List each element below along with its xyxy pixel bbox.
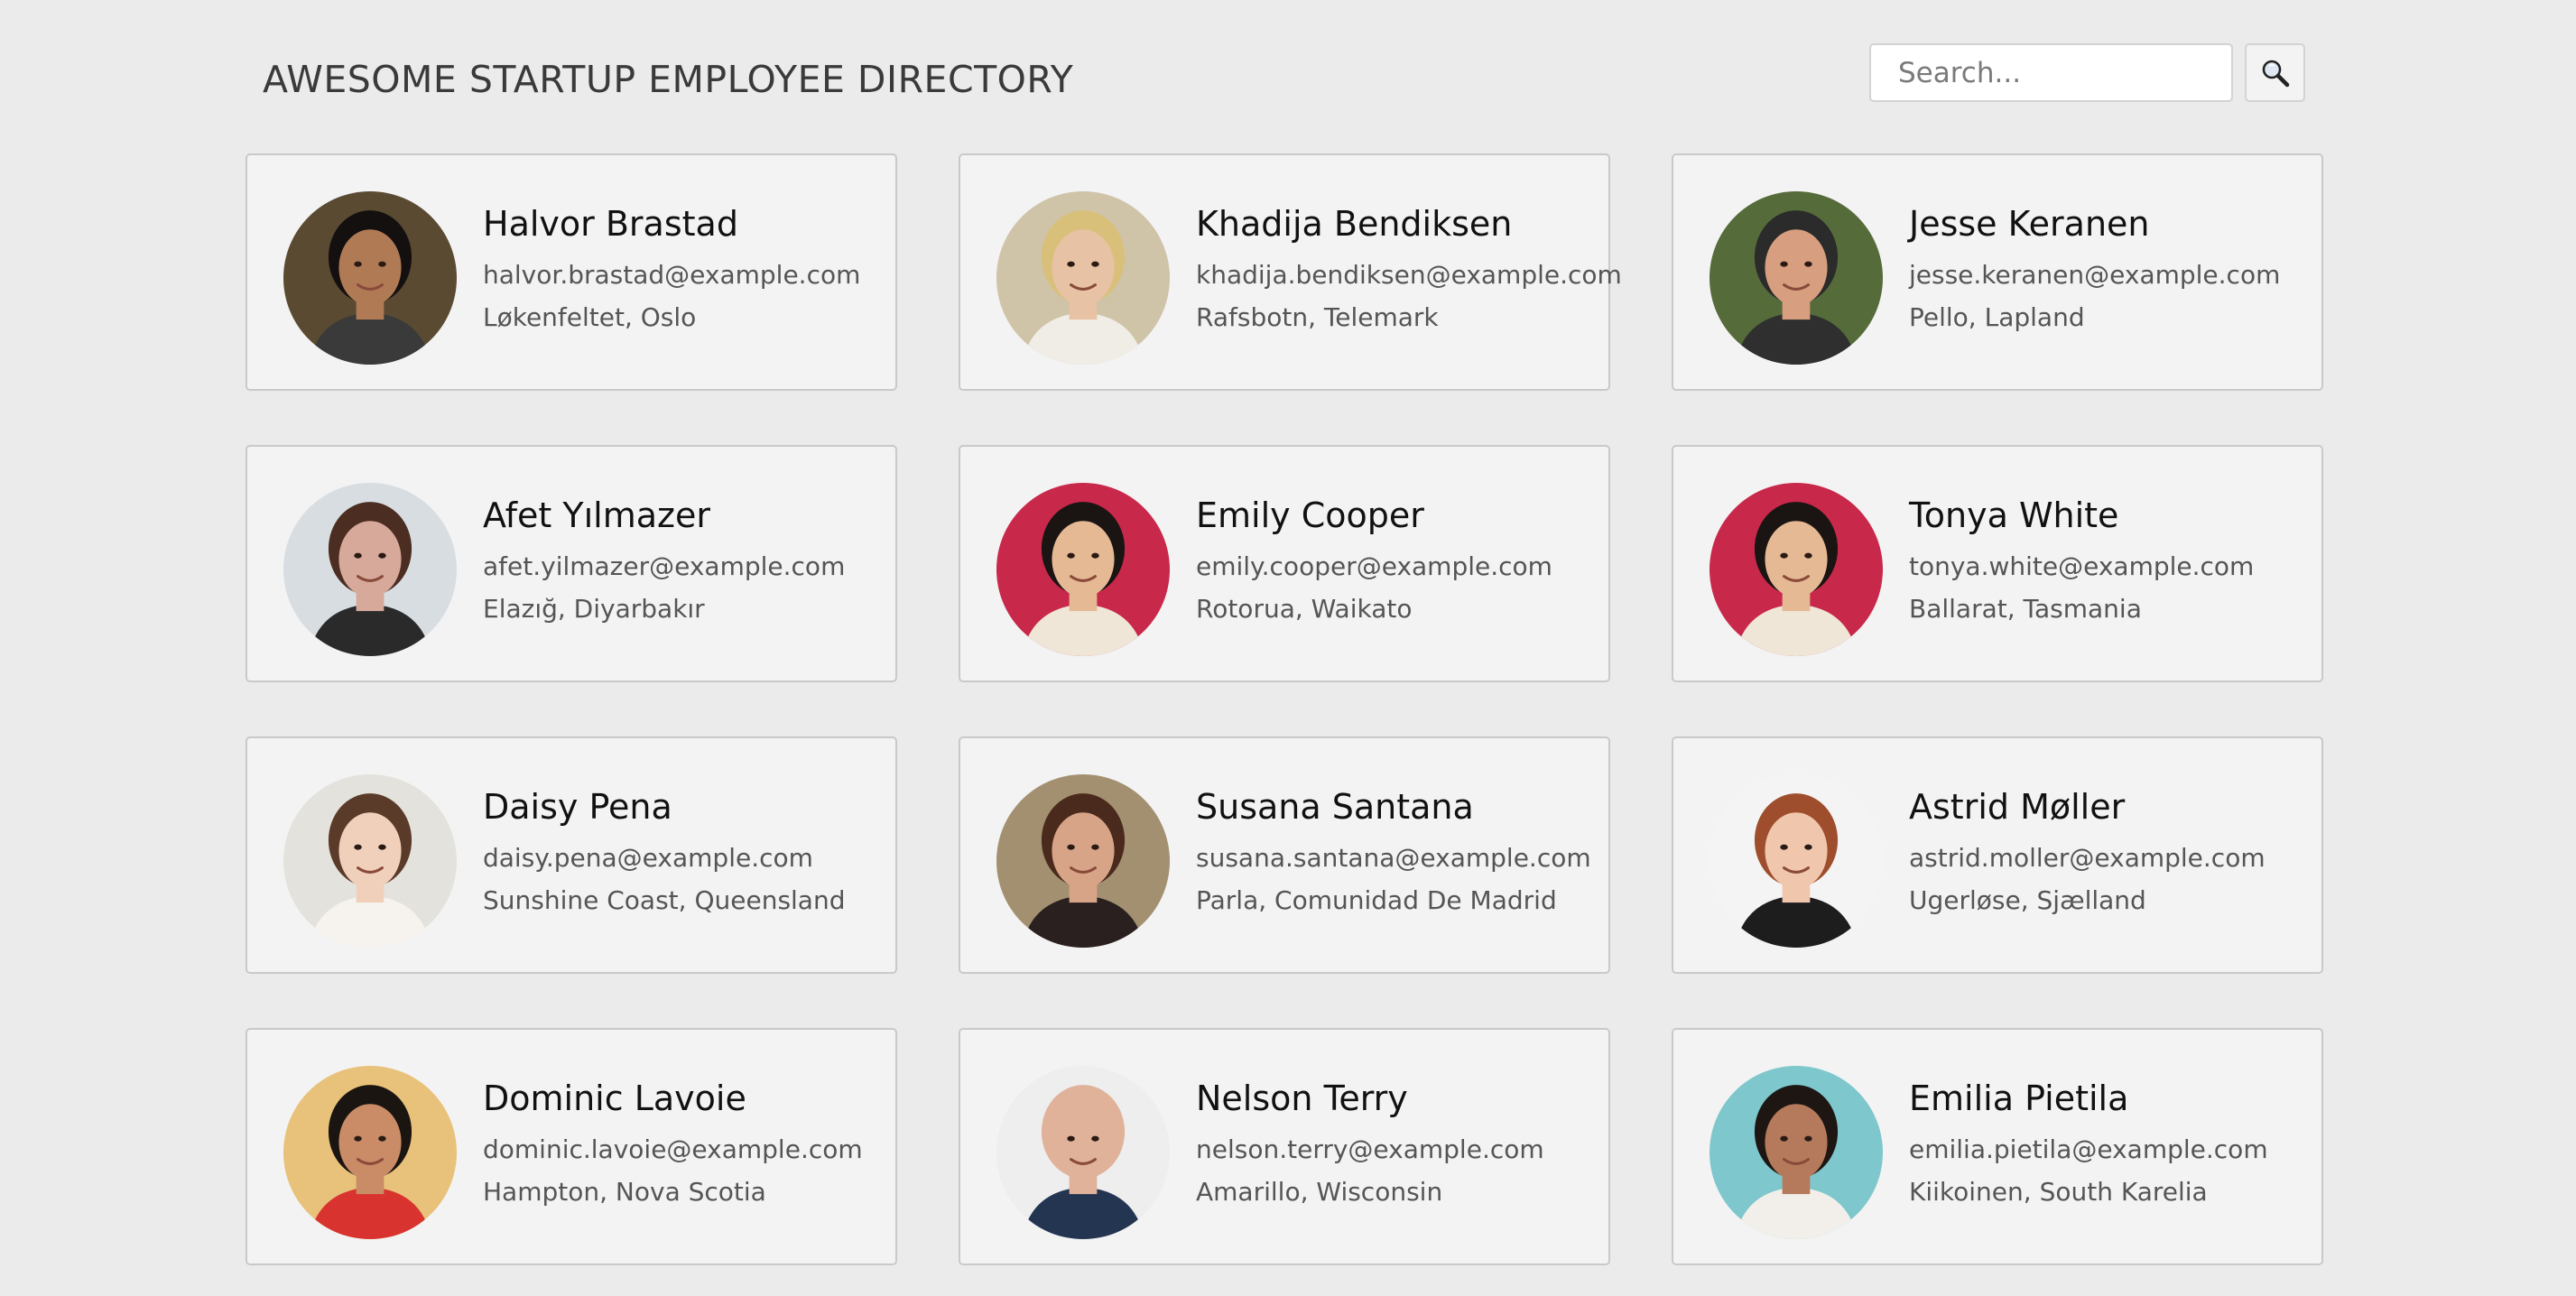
employee-card[interactable]: Tonya White tonya.white@example.com Ballar… <box>1672 445 2323 682</box>
employee-card[interactable]: Dominic Lavoie dominic.lavoie@example.com… <box>246 1028 897 1265</box>
employee-email: daisy.pena@example.com <box>483 843 813 873</box>
employee-info: Afet Yılmazer afet.yilmazer@example.com El… <box>483 495 845 624</box>
employee-info: Astrid Møller astrid.moller@example.com Ug… <box>1909 787 2266 915</box>
avatar-portrait <box>996 1066 1170 1239</box>
employee-location: Hampton, Nova Scotia <box>483 1177 766 1207</box>
avatar-portrait <box>1710 774 1883 948</box>
avatar-portrait <box>283 1066 457 1239</box>
avatar-portrait <box>1710 483 1883 656</box>
employee-card[interactable]: Afet Yılmazer afet.yilmazer@example.com El… <box>246 445 897 682</box>
employee-location: Amarillo, Wisconsin <box>1196 1177 1443 1207</box>
employee-card[interactable]: Nelson Terry nelson.terry@example.com Amar… <box>959 1028 1610 1265</box>
avatar <box>1710 483 1883 656</box>
employee-email: afet.yilmazer@example.com <box>483 551 846 581</box>
employee-email: nelson.terry@example.com <box>1196 1134 1544 1164</box>
avatar <box>996 191 1170 365</box>
employee-location: Rafsbotn, Telemark <box>1196 302 1439 332</box>
employee-info: Daisy Pena daisy.pena@example.com Sunshine… <box>483 787 846 915</box>
employee-location: Ugerløse, Sjælland <box>1909 885 2146 915</box>
employee-location: Kiikoinen, South Karelia <box>1909 1177 2208 1207</box>
directory-page: AWESOME STARTUP EMPLOYEE DIRECTORY Halvo… <box>0 0 2576 1296</box>
search-icon <box>2262 60 2289 87</box>
avatar <box>996 483 1170 656</box>
employee-email: emilia.pietila@example.com <box>1909 1134 2268 1164</box>
avatar <box>283 1066 457 1239</box>
employee-card[interactable]: Susana Santana susana.santana@example.com… <box>959 736 1610 974</box>
avatar <box>996 774 1170 948</box>
employee-grid: Halvor Brastad halvor.brastad@example.com… <box>246 153 2323 1265</box>
avatar-portrait <box>1710 191 1883 365</box>
employee-info: Susana Santana susana.santana@example.com… <box>1196 787 1591 915</box>
employee-name: Khadija Bendiksen <box>1196 204 1513 244</box>
employee-card[interactable]: Jesse Keranen jesse.keranen@example.com Pe… <box>1672 153 2323 391</box>
employee-info: Dominic Lavoie dominic.lavoie@example.com… <box>483 1078 863 1207</box>
page-title: AWESOME STARTUP EMPLOYEE DIRECTORY <box>263 58 1074 101</box>
employee-location: Rotorua, Waikato <box>1196 594 1413 624</box>
avatar <box>1710 1066 1883 1239</box>
employee-name: Afet Yılmazer <box>483 495 710 535</box>
employee-name: Emilia Pietila <box>1909 1078 2129 1118</box>
employee-email: susana.santana@example.com <box>1196 843 1591 873</box>
avatar <box>1710 774 1883 948</box>
employee-card[interactable]: Emilia Pietila emilia.pietila@example.com… <box>1672 1028 2323 1265</box>
employee-info: Emily Cooper emily.cooper@example.com Roto… <box>1196 495 1552 624</box>
employee-name: Astrid Møller <box>1909 787 2126 827</box>
employee-info: Khadija Bendiksen khadija.bendiksen@examp… <box>1196 204 1622 332</box>
employee-name: Emily Cooper <box>1196 495 1424 535</box>
avatar-portrait <box>996 774 1170 948</box>
employee-info: Nelson Terry nelson.terry@example.com Amar… <box>1196 1078 1544 1207</box>
avatar <box>283 191 457 365</box>
employee-location: Elazığ, Diyarbakır <box>483 594 705 624</box>
employee-name: Susana Santana <box>1196 787 1474 827</box>
employee-location: Parla, Comunidad De Madrid <box>1196 885 1557 915</box>
avatar <box>996 1066 1170 1239</box>
avatar <box>283 483 457 656</box>
employee-location: Løkenfeltet, Oslo <box>483 302 697 332</box>
employee-info: Tonya White tonya.white@example.com Ballar… <box>1909 495 2254 624</box>
employee-name: Daisy Pena <box>483 787 672 827</box>
search-input[interactable] <box>1869 43 2233 102</box>
employee-card[interactable]: Daisy Pena daisy.pena@example.com Sunshine… <box>246 736 897 974</box>
avatar-portrait <box>283 191 457 365</box>
employee-info: Halvor Brastad halvor.brastad@example.com… <box>483 204 860 332</box>
avatar-portrait <box>283 774 457 948</box>
employee-card[interactable]: Astrid Møller astrid.moller@example.com Ug… <box>1672 736 2323 974</box>
employee-name: Tonya White <box>1909 495 2119 535</box>
employee-email: astrid.moller@example.com <box>1909 843 2266 873</box>
employee-name: Jesse Keranen <box>1909 204 2150 244</box>
avatar-portrait <box>996 191 1170 365</box>
employee-name: Halvor Brastad <box>483 204 738 244</box>
employee-email: dominic.lavoie@example.com <box>483 1134 863 1164</box>
avatar-portrait <box>996 483 1170 656</box>
employee-location: Ballarat, Tasmania <box>1909 594 2142 624</box>
employee-location: Sunshine Coast, Queensland <box>483 885 846 915</box>
employee-location: Pello, Lapland <box>1909 302 2085 332</box>
employee-email: jesse.keranen@example.com <box>1909 260 2281 290</box>
employee-name: Dominic Lavoie <box>483 1078 746 1118</box>
employee-email: tonya.white@example.com <box>1909 551 2255 581</box>
avatar <box>1710 191 1883 365</box>
employee-card[interactable]: Emily Cooper emily.cooper@example.com Roto… <box>959 445 1610 682</box>
employee-card[interactable]: Khadija Bendiksen khadija.bendiksen@examp… <box>959 153 1622 391</box>
avatar <box>283 774 457 948</box>
avatar-portrait <box>283 483 457 656</box>
employee-info: Emilia Pietila emilia.pietila@example.com… <box>1909 1078 2268 1207</box>
employee-name: Nelson Terry <box>1196 1078 1408 1118</box>
employee-info: Jesse Keranen jesse.keranen@example.com Pe… <box>1909 204 2280 332</box>
employee-email: halvor.brastad@example.com <box>483 260 861 290</box>
employee-card[interactable]: Halvor Brastad halvor.brastad@example.com… <box>246 153 897 391</box>
employee-email: khadija.bendiksen@example.com <box>1196 260 1622 290</box>
search-button[interactable] <box>2245 43 2305 102</box>
employee-email: emily.cooper@example.com <box>1196 551 1552 581</box>
avatar-portrait <box>1710 1066 1883 1239</box>
